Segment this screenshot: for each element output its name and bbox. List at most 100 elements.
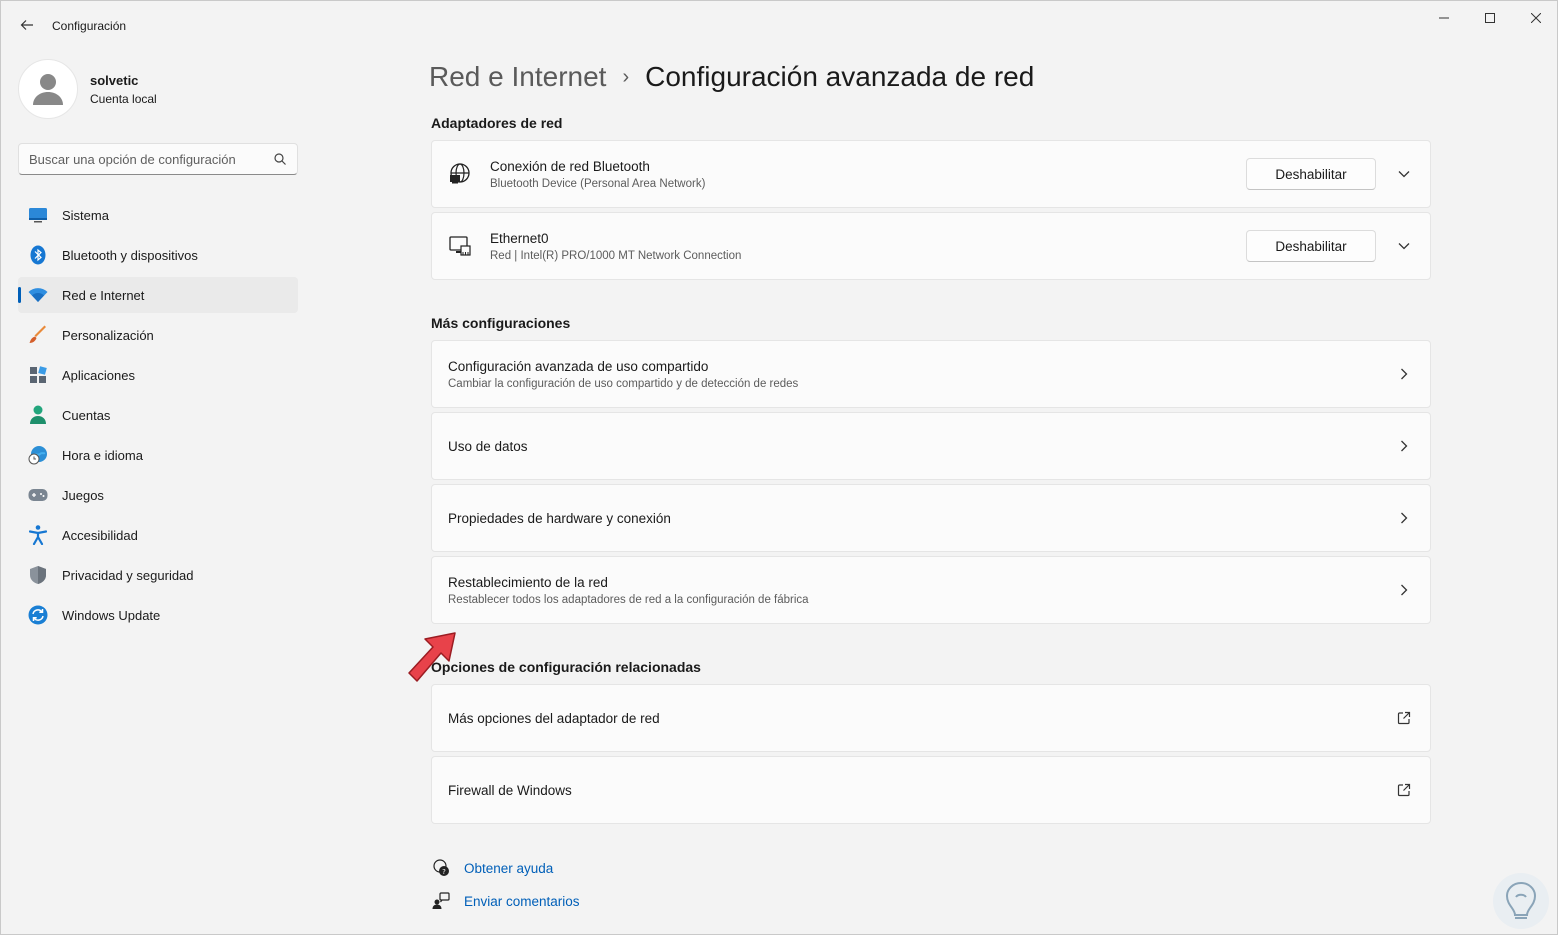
sidebar-item-label: Personalización [62, 327, 154, 343]
adapter-subtitle: Red | Intel(R) PRO/1000 MT Network Conne… [490, 249, 742, 262]
card-title: Configuración avanzada de uso compartido [448, 358, 709, 374]
sidebar-item-windows-update[interactable]: Windows Update [18, 597, 298, 633]
minimize-button[interactable] [1421, 1, 1467, 35]
sidebar-item-personalizacion[interactable]: Personalización [18, 317, 298, 353]
section-title-adapters: Adaptadores de red [431, 115, 563, 131]
profile-name: solvetic [90, 72, 139, 88]
settings-card-data-usage[interactable]: Uso de datos [431, 412, 1431, 480]
sidebar-item-label: Hora e idioma [62, 447, 143, 463]
close-button[interactable] [1513, 1, 1558, 35]
chevron-right-icon [1386, 356, 1422, 392]
minimize-icon [1439, 17, 1449, 19]
sidebar-nav: Sistema Bluetooth y dispositivos Red e I… [18, 197, 298, 637]
settings-card-advanced-sharing[interactable]: Configuración avanzada de uso compartido… [431, 340, 1431, 408]
profile-account-type: Cuenta local [90, 91, 157, 106]
accessibility-icon [28, 525, 48, 545]
page-title: Configuración avanzada de red [645, 61, 1035, 92]
send-feedback-label[interactable]: Enviar comentarios [464, 894, 580, 909]
adapter-subtitle: Bluetooth Device (Personal Area Network) [490, 177, 706, 190]
external-link-icon [1386, 772, 1422, 808]
search-icon[interactable] [273, 152, 287, 166]
send-feedback-link[interactable]: Enviar comentarios [431, 891, 580, 911]
settings-window: Configuración solvetic Cuenta local Busc… [0, 0, 1558, 935]
close-icon [1531, 13, 1541, 23]
settings-card-more-adapter-options[interactable]: Más opciones del adaptador de red [431, 684, 1431, 752]
settings-card-windows-firewall[interactable]: Firewall de Windows [431, 756, 1431, 824]
maximize-icon [1485, 13, 1495, 23]
help-chat-icon: ? [431, 858, 451, 878]
back-button[interactable] [15, 13, 39, 37]
back-arrow-icon [20, 20, 33, 30]
person-avatar-icon [33, 74, 63, 105]
disable-button[interactable]: Deshabilitar [1246, 230, 1376, 262]
card-subtitle: Restablecer todos los adaptadores de red… [448, 593, 809, 606]
sidebar-item-label: Juegos [62, 487, 104, 503]
apps-icon [28, 365, 48, 385]
card-title: Firewall de Windows [448, 782, 572, 798]
chevron-right-icon [1386, 428, 1422, 464]
breadcrumb-parent-link[interactable]: Red e Internet [429, 61, 606, 93]
sidebar-item-red-internet[interactable]: Red e Internet [18, 277, 298, 313]
sidebar-item-aplicaciones[interactable]: Aplicaciones [18, 357, 298, 393]
card-subtitle: Cambiar la configuración de uso comparti… [448, 377, 799, 390]
sidebar-item-label: Cuentas [62, 407, 111, 423]
sidebar-item-cuentas[interactable]: Cuentas [18, 397, 298, 433]
get-help-link[interactable]: ? Obtener ayuda [431, 858, 553, 878]
monitor-icon [28, 205, 48, 225]
annotation-arrow-icon [408, 632, 456, 682]
user-profile[interactable]: solvetic Cuenta local [18, 59, 157, 119]
maximize-button[interactable] [1467, 1, 1513, 35]
svg-text:?: ? [442, 868, 446, 876]
section-title-related: Opciones de configuración relacionadas [431, 659, 701, 675]
adapter-card-ethernet[interactable]: Ethernet0 Red | Intel(R) PRO/1000 MT Net… [431, 212, 1431, 280]
sidebar-item-juegos[interactable]: Juegos [18, 477, 298, 513]
ethernet-icon [448, 234, 472, 258]
breadcrumb: Red e Internet › Configuración avanzada … [429, 61, 1034, 93]
expand-chevron-icon[interactable] [1386, 228, 1422, 264]
chevron-right-icon [1386, 500, 1422, 536]
expand-chevron-icon[interactable] [1386, 156, 1422, 192]
adapter-title: Ethernet0 [490, 230, 549, 246]
sidebar-item-label: Windows Update [62, 607, 161, 623]
sidebar-item-privacidad[interactable]: Privacidad y seguridad [18, 557, 298, 593]
feedback-icon [431, 891, 451, 911]
brush-icon [28, 325, 48, 345]
sidebar-item-label: Aplicaciones [62, 367, 135, 383]
sidebar-item-sistema[interactable]: Sistema [18, 197, 298, 233]
section-title-more-settings: Más configuraciones [431, 315, 571, 331]
card-title: Propiedades de hardware y conexión [448, 510, 671, 526]
update-icon [28, 605, 48, 625]
settings-card-hardware-properties[interactable]: Propiedades de hardware y conexión [431, 484, 1431, 552]
shield-icon [28, 565, 48, 585]
sidebar-item-hora-idioma[interactable]: Hora e idioma [18, 437, 298, 473]
external-link-icon [1386, 700, 1422, 736]
wifi-icon [28, 285, 48, 305]
sidebar-item-accesibilidad[interactable]: Accesibilidad [18, 517, 298, 553]
sidebar-item-label: Red e Internet [62, 287, 145, 303]
gamepad-icon [28, 485, 48, 505]
settings-card-network-reset[interactable]: Restablecimiento de la red Restablecer t… [431, 556, 1431, 624]
title-bar: Configuración [1, 1, 1557, 49]
chevron-right-icon [1386, 572, 1422, 608]
get-help-label[interactable]: Obtener ayuda [464, 861, 553, 876]
avatar [18, 59, 78, 119]
card-title: Más opciones del adaptador de red [448, 710, 660, 726]
sidebar-item-label: Sistema [62, 207, 109, 223]
globe-clock-icon [28, 445, 48, 465]
breadcrumb-chevron-icon: › [622, 65, 630, 88]
card-title: Restablecimiento de la red [448, 574, 608, 590]
watermark-logo [1493, 873, 1549, 929]
app-title: Configuración [52, 19, 127, 33]
bluetooth-icon [28, 245, 48, 265]
search-input[interactable] [29, 151, 273, 167]
sidebar-item-bluetooth[interactable]: Bluetooth y dispositivos [18, 237, 298, 273]
card-title: Uso de datos [448, 438, 528, 454]
adapter-card-bluetooth[interactable]: Conexión de red Bluetooth Bluetooth Devi… [431, 140, 1431, 208]
globe-network-icon [448, 162, 472, 186]
person-icon [28, 405, 48, 425]
sidebar-item-label: Accesibilidad [62, 527, 138, 543]
adapter-title: Conexión de red Bluetooth [490, 158, 650, 174]
search-box[interactable] [18, 143, 298, 175]
sidebar-item-label: Privacidad y seguridad [62, 567, 194, 583]
disable-button[interactable]: Deshabilitar [1246, 158, 1376, 190]
